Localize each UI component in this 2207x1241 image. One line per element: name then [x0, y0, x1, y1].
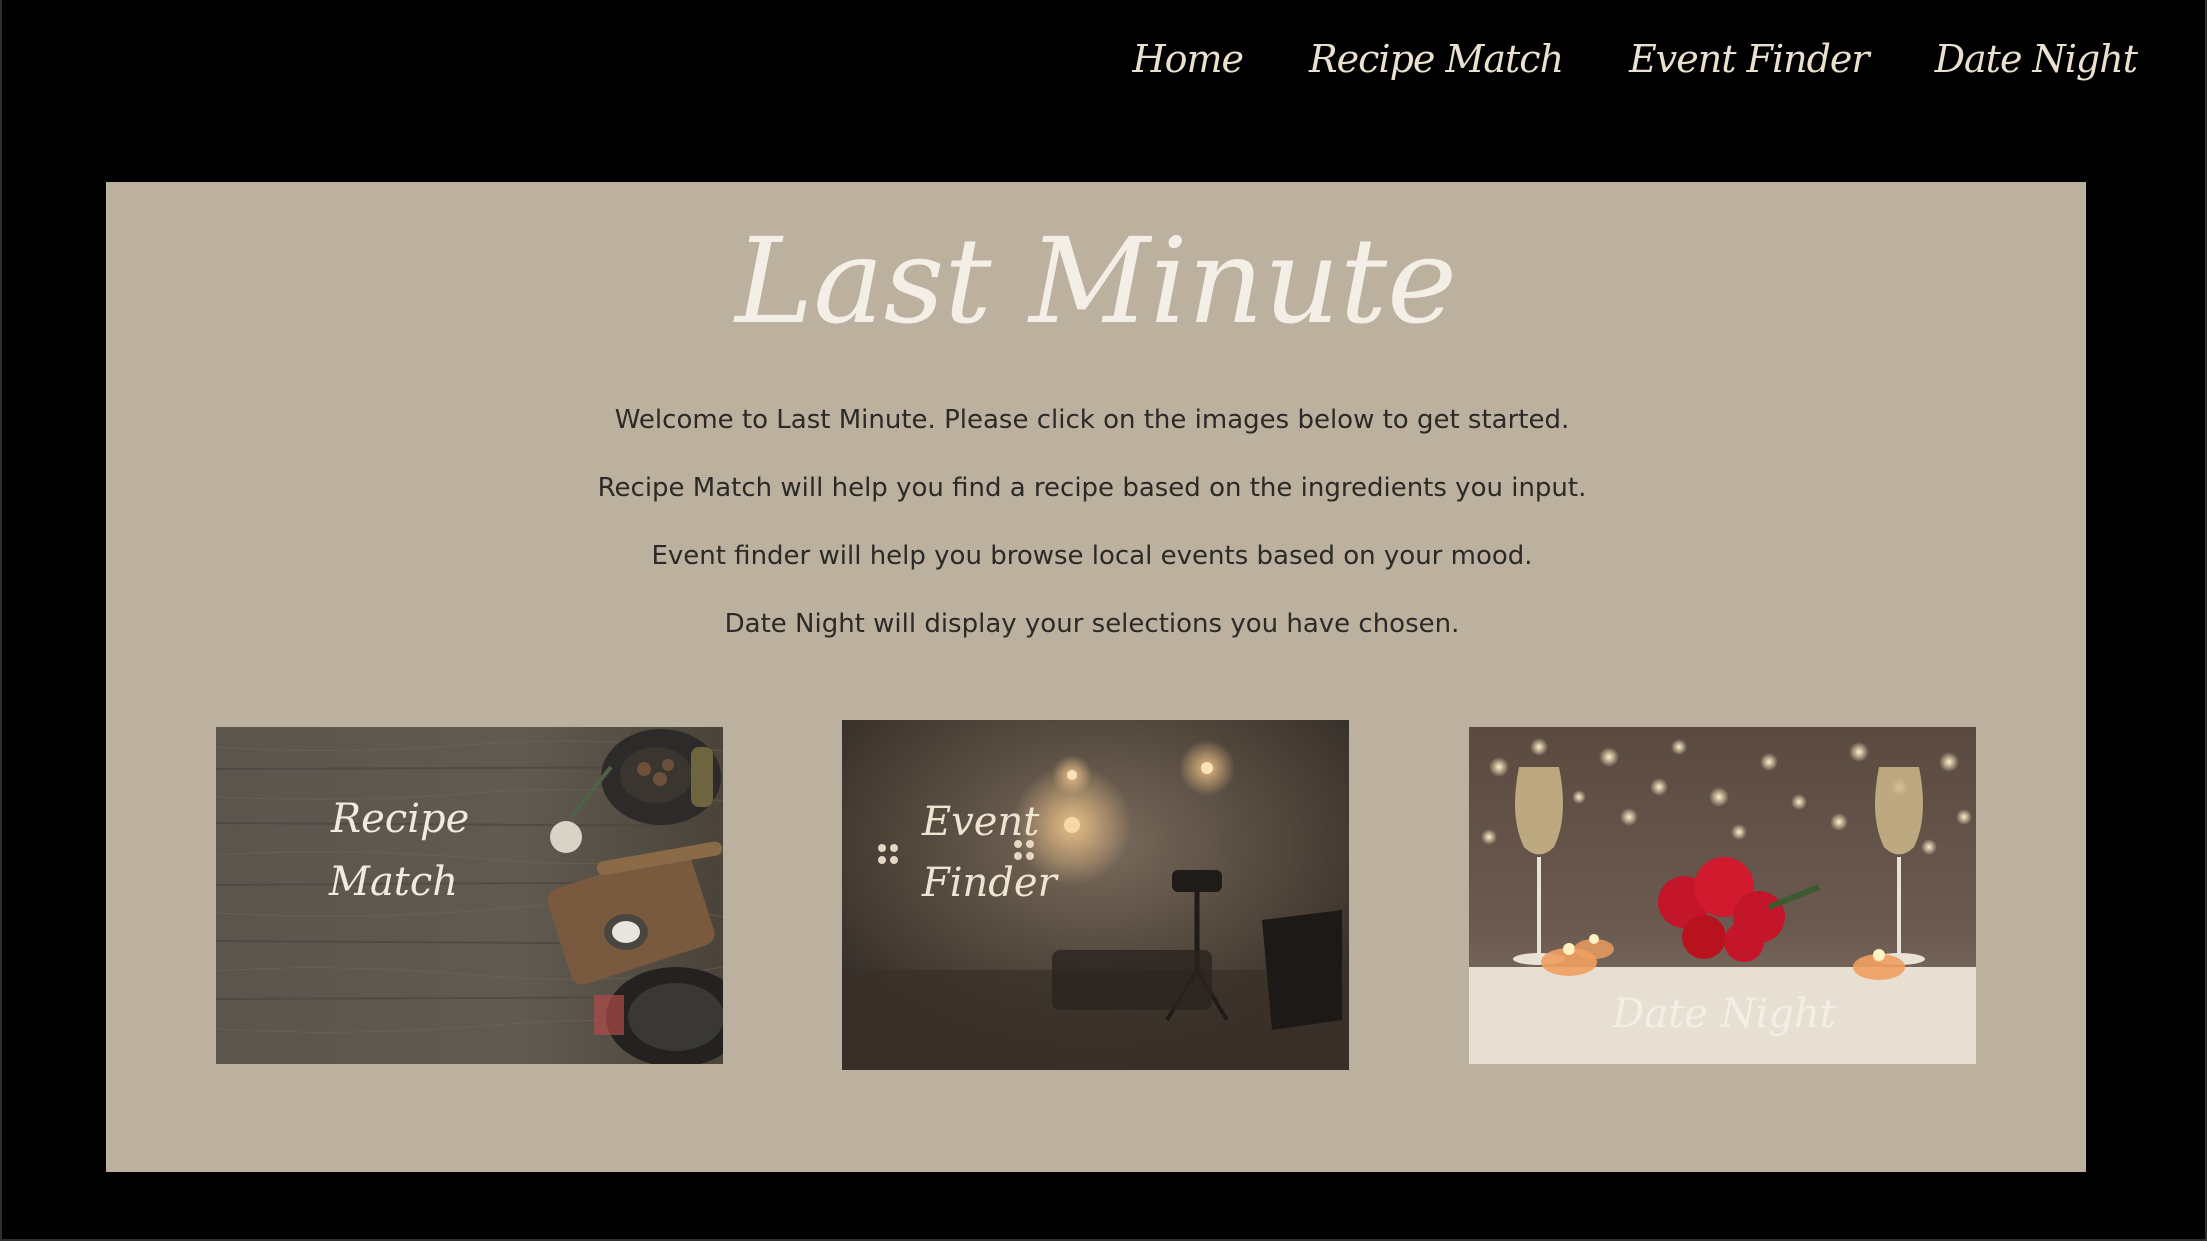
nav-link-date-night[interactable]: Date Night: [1935, 40, 2138, 78]
recipe-match-card-label-line1: Recipe: [330, 796, 469, 842]
intro-text: Welcome to Last Minute. Please click on …: [106, 404, 2086, 676]
intro-line-date-night: Date Night will display your selections …: [724, 609, 1460, 639]
date-night-card[interactable]: Date Night: [1469, 727, 1976, 1064]
nav-link-recipe-match[interactable]: Recipe Match: [1309, 40, 1564, 78]
recipe-match-card-label-line2: Match: [328, 859, 458, 905]
logo-text: Last Minute: [733, 212, 1457, 350]
page-edge: [0, 0, 2, 1241]
intro-line-welcome: Welcome to Last Minute. Please click on …: [614, 405, 1570, 435]
intro-line-event-finder: Event finder will help you browse local …: [651, 541, 1533, 571]
event-finder-card-label-line1: Event: [921, 799, 1040, 845]
event-finder-card[interactable]: Event Finder: [842, 720, 1349, 1070]
date-night-card-label: Date Night: [1611, 991, 1837, 1037]
main-panel: Last Minute Welcome to Last Minute. Plea…: [106, 182, 2086, 1172]
top-nav: Home Recipe Match Event Finder Date Nigh…: [1132, 40, 2138, 78]
nav-link-home[interactable]: Home: [1132, 40, 1244, 78]
logo: Last Minute: [106, 212, 2086, 362]
event-finder-card-label-line2: Finder: [921, 860, 1060, 906]
nav-link-event-finder[interactable]: Event Finder: [1629, 40, 1869, 78]
intro-line-recipe-match: Recipe Match will help you find a recipe…: [597, 473, 1587, 503]
recipe-match-card[interactable]: Recipe Match: [216, 727, 723, 1064]
